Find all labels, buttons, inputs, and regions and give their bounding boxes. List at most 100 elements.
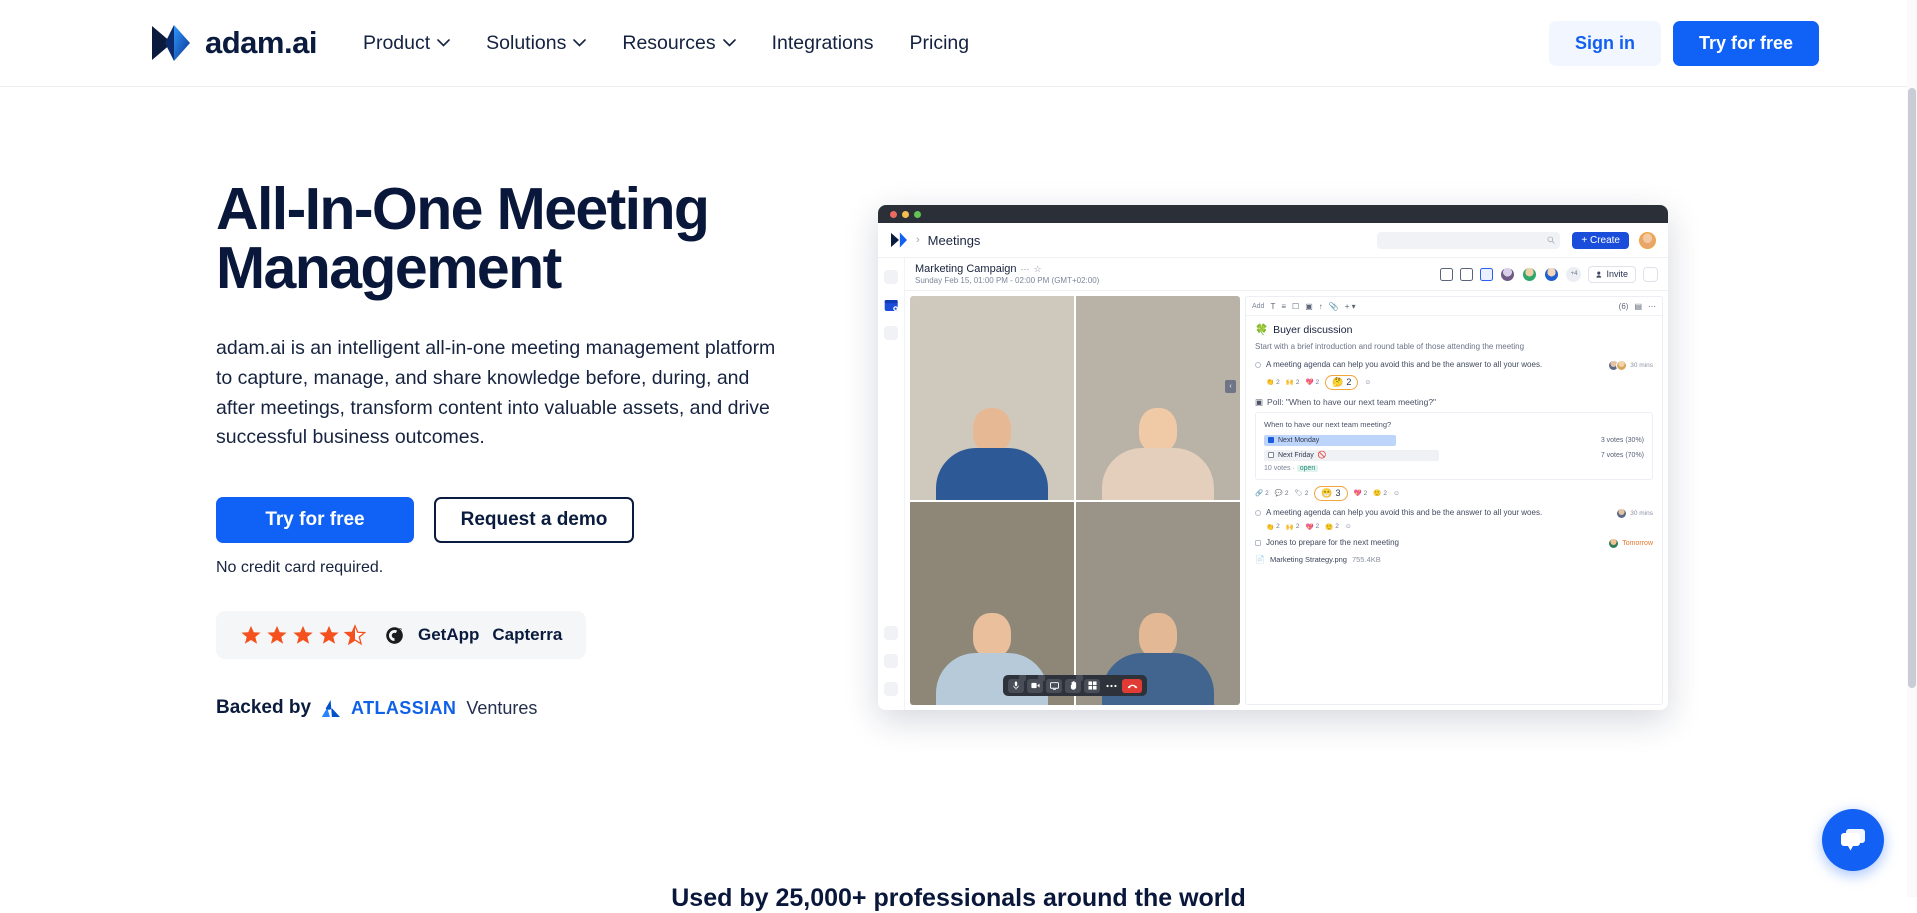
try-for-free-nav-button[interactable]: Try for free	[1673, 21, 1819, 66]
meeting-more-icon[interactable]: ⋯	[1021, 264, 1030, 275]
checkbox-icon[interactable]: ☐	[1292, 302, 1299, 311]
poll-option-bar[interactable]: Next Monday	[1264, 435, 1396, 446]
camera-icon[interactable]	[1027, 679, 1043, 693]
reaction-chip[interactable]: 💖2	[1354, 489, 1368, 497]
mock-search-input[interactable]	[1377, 232, 1560, 249]
nav-item-solutions[interactable]: Solutions	[486, 32, 586, 55]
poll-option-bar[interactable]: Next Friday 🚫	[1264, 450, 1439, 461]
screen-share-icon[interactable]	[1046, 679, 1062, 693]
poll-option-row[interactable]: Next Friday 🚫 7 votes (70%)	[1264, 450, 1644, 461]
sidebar-item-placeholder[interactable]	[884, 270, 898, 284]
reaction-chip[interactable]: 💖2	[1305, 378, 1319, 386]
chevron-up-icon[interactable]	[1038, 675, 1045, 681]
reaction-chip[interactable]: 👏2	[1266, 378, 1280, 386]
mock-create-button[interactable]: + Create	[1572, 232, 1629, 249]
chat-widget-button[interactable]	[1822, 809, 1884, 871]
poll-label-row: ▣ Poll: "When to have our next team meet…	[1255, 397, 1653, 408]
hero-cta-row: Try for free Request a demo	[216, 497, 816, 543]
reaction-chip[interactable]: 💖2	[1305, 523, 1319, 531]
mic-icon[interactable]	[1008, 679, 1024, 693]
view-pip-icon[interactable]	[1460, 268, 1473, 281]
participant-avatar[interactable]	[1522, 267, 1537, 282]
agenda-heading-row: 🍀 Buyer discussion	[1255, 323, 1653, 336]
notes-icon[interactable]: ▤	[1634, 302, 1642, 311]
try-for-free-button[interactable]: Try for free	[216, 497, 414, 543]
raise-hand-icon[interactable]	[1065, 679, 1081, 693]
sidebar-item-placeholder[interactable]	[884, 326, 898, 340]
request-demo-button[interactable]: Request a demo	[434, 497, 634, 543]
grid-view-icon[interactable]	[1084, 679, 1100, 693]
attachment-icon[interactable]: 📎	[1329, 302, 1339, 311]
add-block-icon[interactable]: + ▾	[1345, 302, 1356, 311]
sign-in-button[interactable]: Sign in	[1549, 21, 1661, 66]
user-avatar[interactable]	[1639, 232, 1656, 249]
radio-icon[interactable]	[1255, 362, 1261, 368]
breadcrumb: Meetings	[928, 233, 981, 248]
decision-icon[interactable]: ↑	[1319, 302, 1323, 311]
nav-item-pricing[interactable]: Pricing	[910, 32, 970, 55]
agenda-content: 🍀 Buyer discussion Start with a brief in…	[1246, 316, 1662, 571]
view-single-icon[interactable]	[1440, 268, 1453, 281]
assignee-avatar[interactable]	[1616, 508, 1627, 519]
scrollbar-thumb[interactable]	[1908, 88, 1916, 688]
sidebar-item-placeholder[interactable]	[884, 626, 898, 640]
agenda-item-meta: 30 mins	[1616, 508, 1653, 519]
add-reaction-icon[interactable]: ☺	[1393, 490, 1400, 497]
calendar-icon[interactable]	[884, 298, 899, 312]
poll-icon: ▣	[1255, 397, 1263, 408]
assignee-avatar[interactable]	[1608, 538, 1619, 549]
checkbox-icon[interactable]	[1268, 452, 1274, 458]
action-item[interactable]: Jones to prepare for the next meeting To…	[1255, 538, 1653, 549]
assignee-avatar[interactable]	[1616, 360, 1627, 371]
video-tile[interactable]: ‹	[1076, 296, 1240, 500]
checkbox-checked-icon[interactable]	[1268, 437, 1274, 443]
chevron-up-icon[interactable]	[1076, 675, 1083, 681]
page-scrollbar[interactable]	[1907, 0, 1917, 897]
rating-badge: 2 GetApp Capterra	[216, 611, 586, 659]
participant-avatar[interactable]	[1544, 267, 1559, 282]
poll-icon[interactable]: ▣	[1305, 302, 1313, 311]
participant-avatar[interactable]	[1500, 267, 1515, 282]
reaction-chip[interactable]: 🔗2	[1255, 489, 1269, 497]
star-filled-icon	[292, 624, 314, 646]
poll-option-row[interactable]: Next Monday 3 votes (30%)	[1264, 435, 1644, 446]
reaction-chip-highlighted[interactable]: 😁3	[1314, 486, 1347, 501]
star-outline-icon[interactable]: ☆	[1034, 264, 1042, 275]
brand-logo-link[interactable]: adam.ai	[150, 23, 317, 63]
agenda-item[interactable]: A meeting agenda can help you avoid this…	[1255, 360, 1653, 371]
nav-item-resources[interactable]: Resources	[622, 32, 735, 55]
add-reaction-icon[interactable]: ☺	[1345, 523, 1352, 530]
reaction-chip[interactable]: 💬2	[1275, 489, 1289, 497]
mock-sidebar-rail	[878, 258, 905, 710]
invite-button[interactable]: Invite	[1588, 266, 1636, 283]
add-reaction-icon[interactable]: ☺	[1364, 379, 1371, 386]
collapse-panel-icon[interactable]: ‹	[1225, 380, 1236, 393]
agenda-item[interactable]: A meeting agenda can help you avoid this…	[1255, 508, 1653, 519]
reaction-chip[interactable]: 🏷2	[1294, 489, 1308, 497]
sidebar-item-placeholder[interactable]	[884, 682, 898, 696]
reaction-chip[interactable]: 🙂2	[1325, 523, 1339, 531]
nav-item-resources-label: Resources	[622, 32, 715, 55]
end-call-icon[interactable]	[1122, 679, 1142, 693]
attachment-row[interactable]: 📄 Marketing Strategy.png 755.4KB	[1255, 555, 1653, 564]
checkbox-icon[interactable]	[1255, 540, 1261, 546]
more-options-icon[interactable]: ⋯	[1648, 302, 1656, 311]
view-split-icon[interactable]	[1480, 268, 1493, 281]
text-format-icon[interactable]: T	[1270, 302, 1275, 311]
radio-icon[interactable]	[1255, 510, 1261, 516]
reaction-chip[interactable]: 🙂2	[1373, 489, 1387, 497]
video-tile[interactable]	[910, 296, 1074, 500]
nav-item-integrations[interactable]: Integrations	[772, 32, 874, 55]
reaction-chip[interactable]: 🙌2	[1286, 378, 1300, 386]
reaction-chip[interactable]: 🙌2	[1286, 523, 1300, 531]
reaction-chip[interactable]: 👏2	[1266, 523, 1280, 531]
bullet-list-icon[interactable]: ≡	[1281, 302, 1286, 311]
sidebar-item-placeholder[interactable]	[884, 654, 898, 668]
reaction-chip-highlighted[interactable]: 🤔2	[1325, 375, 1358, 390]
extra-participants-count[interactable]: +4	[1566, 267, 1581, 282]
more-options-icon[interactable]	[1103, 679, 1119, 693]
agenda-item-duration: 30 mins	[1630, 362, 1653, 369]
nav-item-product[interactable]: Product	[363, 32, 450, 55]
history-icon[interactable]	[1643, 267, 1658, 282]
chevron-up-icon[interactable]	[1019, 675, 1026, 681]
